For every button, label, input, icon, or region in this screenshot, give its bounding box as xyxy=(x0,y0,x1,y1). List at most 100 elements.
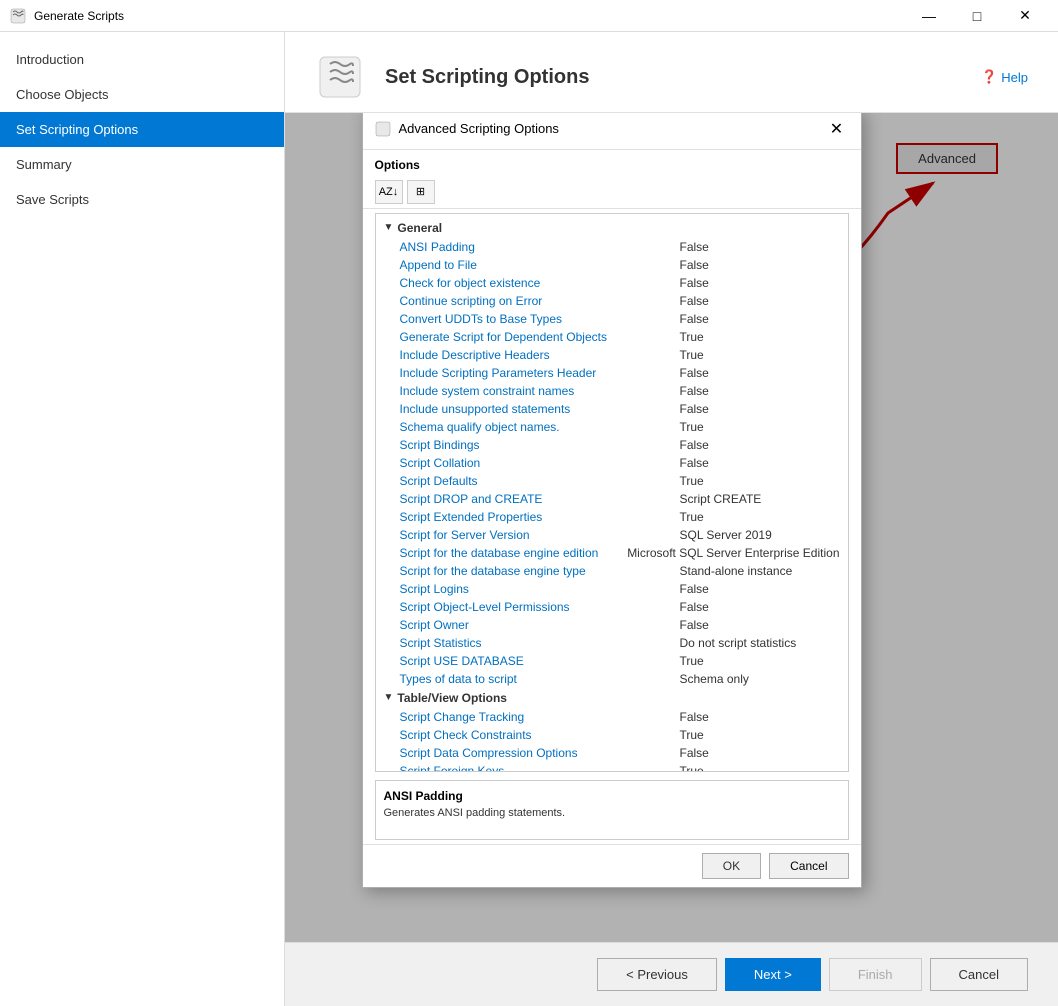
app-icon xyxy=(10,8,26,24)
minimize-button[interactable]: — xyxy=(906,1,952,31)
option-row[interactable]: Script Foreign KeysTrue xyxy=(380,762,844,772)
option-value: False xyxy=(680,384,840,398)
option-value: Microsoft SQL Server Enterprise Edition xyxy=(627,546,839,560)
dialog-titlebar: Advanced Scripting Options ✕ xyxy=(363,113,861,150)
option-row[interactable]: Script for Server VersionSQL Server 2019 xyxy=(380,526,844,544)
option-row[interactable]: Append to FileFalse xyxy=(380,256,844,274)
option-name: ANSI Padding xyxy=(400,240,680,254)
next-button[interactable]: Next > xyxy=(725,958,821,991)
cancel-button[interactable]: Cancel xyxy=(769,853,848,879)
option-name: Script Change Tracking xyxy=(400,710,680,724)
option-row[interactable]: Script DROP and CREATEScript CREATE xyxy=(380,490,844,508)
content-panel: Advanced xyxy=(285,113,1058,942)
close-button[interactable]: ✕ xyxy=(1002,1,1048,31)
option-row[interactable]: Script DefaultsTrue xyxy=(380,472,844,490)
option-name: Script Foreign Keys xyxy=(400,764,680,772)
table-view-section-header[interactable]: ▼ Table/View Options xyxy=(380,688,844,708)
option-value: False xyxy=(680,456,840,470)
table-view-options-container: Script Change TrackingFalseScript Check … xyxy=(380,708,844,772)
option-row[interactable]: Script OwnerFalse xyxy=(380,616,844,634)
option-value: False xyxy=(680,600,840,614)
option-row[interactable]: Script StatisticsDo not script statistic… xyxy=(380,634,844,652)
option-row[interactable]: Continue scripting on ErrorFalse xyxy=(380,292,844,310)
option-row[interactable]: Check for object existenceFalse xyxy=(380,274,844,292)
option-name: Script USE DATABASE xyxy=(400,654,680,668)
table-view-chevron: ▼ xyxy=(384,692,394,703)
help-icon: ❓ xyxy=(981,69,997,85)
title-bar: Generate Scripts — □ ✕ xyxy=(0,0,1058,32)
cancel-footer-button[interactable]: Cancel xyxy=(930,958,1028,991)
description-text: Generates ANSI padding statements. xyxy=(384,807,840,819)
option-row[interactable]: Script CollationFalse xyxy=(380,454,844,472)
general-chevron: ▼ xyxy=(384,222,394,233)
previous-button[interactable]: < Previous xyxy=(597,958,717,991)
option-name: Script Defaults xyxy=(400,474,680,488)
finish-button[interactable]: Finish xyxy=(829,958,922,991)
option-name: Convert UDDTs to Base Types xyxy=(400,312,680,326)
option-row[interactable]: Include system constraint namesFalse xyxy=(380,382,844,400)
option-value: False xyxy=(680,366,840,380)
option-value: Do not script statistics xyxy=(680,636,840,650)
option-row[interactable]: Include Scripting Parameters HeaderFalse xyxy=(380,364,844,382)
option-row[interactable]: Convert UDDTs to Base TypesFalse xyxy=(380,310,844,328)
page-icon xyxy=(315,52,365,102)
option-row[interactable]: Types of data to scriptSchema only xyxy=(380,670,844,688)
option-row[interactable]: Include unsupported statementsFalse xyxy=(380,400,844,418)
sidebar-item-summary[interactable]: Summary xyxy=(0,147,284,182)
option-value: True xyxy=(680,510,840,524)
option-row[interactable]: Script Change TrackingFalse xyxy=(380,708,844,726)
option-row[interactable]: Script Object-Level PermissionsFalse xyxy=(380,598,844,616)
options-list[interactable]: ▼ General ANSI PaddingFalseAppend to Fil… xyxy=(375,213,849,772)
help-link[interactable]: ❓ Help xyxy=(981,69,1028,85)
option-name: Script Data Compression Options xyxy=(400,746,680,760)
option-value: True xyxy=(680,348,840,362)
option-value: False xyxy=(680,582,840,596)
option-row[interactable]: Include Descriptive HeadersTrue xyxy=(380,346,844,364)
sidebar-item-choose-objects[interactable]: Choose Objects xyxy=(0,77,284,112)
dialog-close-button[interactable]: ✕ xyxy=(825,117,849,141)
option-value: True xyxy=(680,728,840,742)
ok-button[interactable]: OK xyxy=(702,853,761,879)
sidebar-item-save-scripts[interactable]: Save Scripts xyxy=(0,182,284,217)
maximize-button[interactable]: □ xyxy=(954,1,1000,31)
option-name: Append to File xyxy=(400,258,680,272)
option-name: Script Bindings xyxy=(400,438,680,452)
option-name: Include unsupported statements xyxy=(400,402,680,416)
window-title: Generate Scripts xyxy=(34,9,906,23)
dialog-toolbar: AZ↓ ⊞ xyxy=(363,176,861,209)
option-name: Script for the database engine edition xyxy=(400,546,628,560)
option-name: Include Scripting Parameters Header xyxy=(400,366,680,380)
option-name: Script Collation xyxy=(400,456,680,470)
grid-button[interactable]: ⊞ xyxy=(407,180,435,204)
option-name: Script Owner xyxy=(400,618,680,632)
option-row[interactable]: Script for the database engine typeStand… xyxy=(380,562,844,580)
option-value: False xyxy=(680,402,840,416)
main-layout: Introduction Choose Objects Set Scriptin… xyxy=(0,32,1058,1006)
option-row[interactable]: Schema qualify object names.True xyxy=(380,418,844,436)
option-value: Stand-alone instance xyxy=(680,564,840,578)
option-name: Script Extended Properties xyxy=(400,510,680,524)
option-value: True xyxy=(680,654,840,668)
option-row[interactable]: Script Data Compression OptionsFalse xyxy=(380,744,844,762)
sidebar-item-set-scripting-options[interactable]: Set Scripting Options xyxy=(0,112,284,147)
sidebar-item-introduction[interactable]: Introduction xyxy=(0,42,284,77)
option-value: Schema only xyxy=(680,672,840,686)
option-value: True xyxy=(680,764,840,772)
option-row[interactable]: ANSI PaddingFalse xyxy=(380,238,844,256)
sort-button[interactable]: AZ↓ xyxy=(375,180,403,204)
modal-overlay: Advanced Scripting Options ✕ Options AZ↓… xyxy=(285,113,1058,942)
sidebar: Introduction Choose Objects Set Scriptin… xyxy=(0,32,285,1006)
option-row[interactable]: Script USE DATABASETrue xyxy=(380,652,844,670)
option-row[interactable]: Script for the database engine editionMi… xyxy=(380,544,844,562)
option-name: Schema qualify object names. xyxy=(400,420,680,434)
option-row[interactable]: Generate Script for Dependent ObjectsTru… xyxy=(380,328,844,346)
option-value: SQL Server 2019 xyxy=(680,528,840,542)
option-value: True xyxy=(680,474,840,488)
option-row[interactable]: Script Check ConstraintsTrue xyxy=(380,726,844,744)
option-name: Types of data to script xyxy=(400,672,680,686)
option-row[interactable]: Script LoginsFalse xyxy=(380,580,844,598)
option-row[interactable]: Script Extended PropertiesTrue xyxy=(380,508,844,526)
general-section-header[interactable]: ▼ General xyxy=(380,218,844,238)
option-name: Script DROP and CREATE xyxy=(400,492,680,506)
option-row[interactable]: Script BindingsFalse xyxy=(380,436,844,454)
